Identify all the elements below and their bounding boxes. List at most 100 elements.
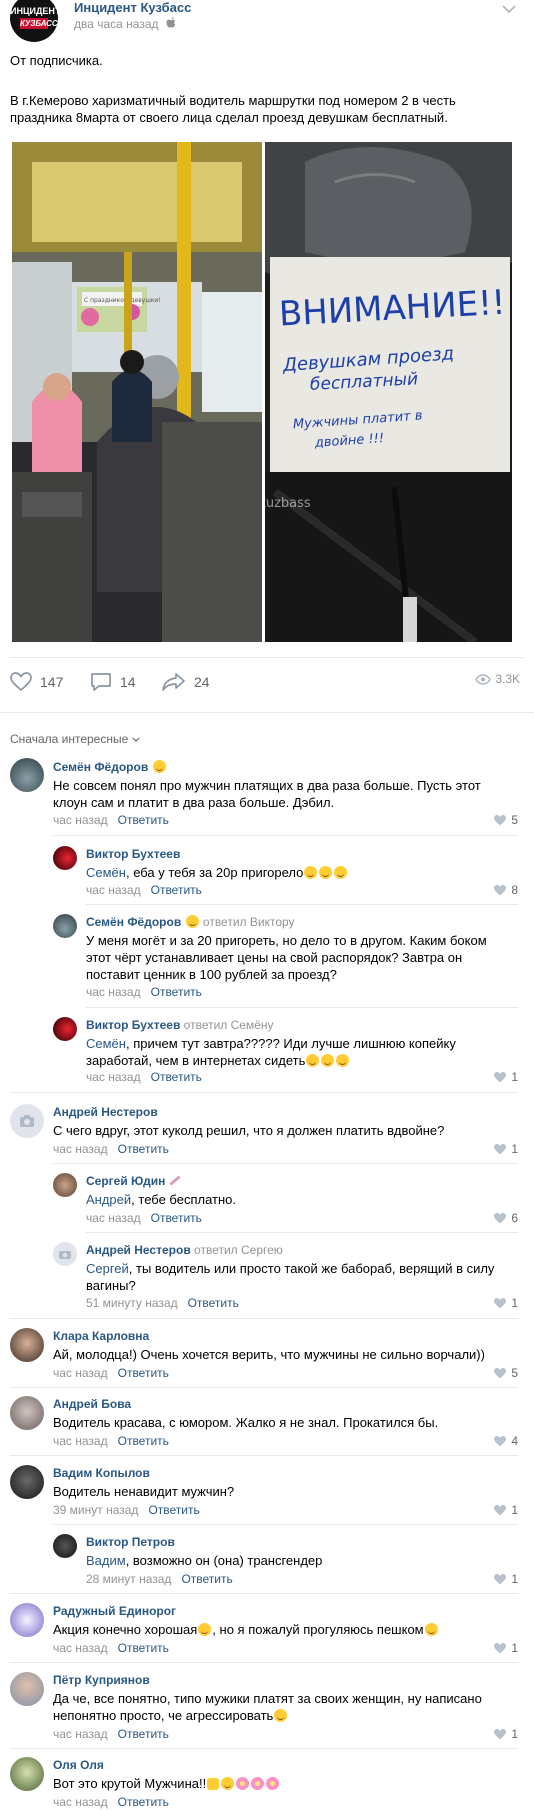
comment-like[interactable]: 5 — [494, 1366, 518, 1380]
reply-button[interactable]: Ответить — [151, 883, 202, 897]
avatar[interactable] — [53, 1173, 77, 1197]
reply-button[interactable]: Ответить — [118, 1727, 169, 1741]
comment-text: У меня могёт и за 20 пригореть, но дело … — [86, 933, 487, 982]
reply-button[interactable]: Ответить — [118, 1795, 169, 1809]
comment-like[interactable]: 1 — [494, 1727, 518, 1741]
avatar[interactable] — [10, 1757, 44, 1791]
avatar[interactable] — [10, 758, 44, 792]
comment-like[interactable]: 1 — [494, 1641, 518, 1655]
comment-author[interactable]: Андрей Нестеров ответил Сергею — [86, 1243, 283, 1257]
avatar[interactable] — [10, 1603, 44, 1637]
avatar[interactable] — [53, 914, 77, 938]
post-photo-bus[interactable]: С праздником девушки! — [12, 142, 262, 642]
avatar[interactable] — [10, 1672, 44, 1706]
avatar[interactable] — [10, 1328, 44, 1362]
views-count: 3.3K — [495, 672, 520, 686]
share-button[interactable]: 24 — [162, 672, 210, 692]
comment-like[interactable]: 1 — [494, 1142, 518, 1156]
avatar[interactable] — [53, 1242, 77, 1266]
heart-icon — [494, 1504, 507, 1515]
logo-text: ИНЦИДЕНТ — [10, 6, 58, 16]
group-avatar[interactable]: ИНЦИДЕНТ КУЗБАСС — [10, 0, 58, 42]
divider — [53, 835, 518, 836]
camera-icon — [59, 1251, 71, 1259]
comment-text: Да че, все понятно, типо мужики платят з… — [53, 1691, 482, 1723]
post-photo-sign[interactable]: ВНИМАНИЕ!! Девушкам проезд бесплатный Му… — [265, 142, 512, 642]
divider — [10, 1748, 518, 1749]
avatar[interactable] — [10, 1104, 44, 1138]
divider — [10, 1387, 518, 1388]
reply-button[interactable]: Ответить — [151, 1070, 202, 1084]
comment-button[interactable]: 14 — [90, 672, 136, 692]
divider — [10, 1593, 518, 1594]
comment-like[interactable]: 1 — [494, 1070, 518, 1084]
comment-author[interactable]: Сергей Юдин — [86, 1174, 181, 1188]
divider — [10, 657, 524, 658]
comment-author[interactable]: Андрей Нестеров — [53, 1105, 158, 1119]
reply-button[interactable]: Ответить — [118, 813, 169, 827]
post-author[interactable]: Инцидент Кузбасс — [74, 0, 191, 15]
avatar[interactable] — [10, 1396, 44, 1430]
comment-author[interactable]: Вадим Копылов — [53, 1466, 150, 1480]
likes-count: 147 — [40, 674, 64, 690]
comment-meta: час назад Ответить — [86, 1211, 202, 1225]
comment-like[interactable]: 1 — [494, 1503, 518, 1517]
comment-meta: час назад Ответить — [53, 1434, 169, 1448]
comment-meta: час назад Ответить — [53, 1795, 169, 1809]
reply-button[interactable]: Ответить — [118, 1142, 169, 1156]
chevron-down-icon[interactable] — [502, 4, 516, 14]
divider — [53, 1524, 518, 1525]
comment-author[interactable]: Клара Карловна — [53, 1329, 149, 1343]
comment-author[interactable]: Семён Фёдоров ответил Виктору — [86, 915, 295, 929]
reply-button[interactable]: Ответить — [118, 1434, 169, 1448]
comment-like[interactable]: 5 — [494, 813, 518, 827]
sort-dropdown[interactable]: Сначала интересные — [10, 732, 140, 746]
comment-author[interactable]: Виктор Петров — [86, 1535, 175, 1549]
avatar[interactable] — [53, 1017, 77, 1041]
comment-text: Семён, еба у тебя за 20р пригорело — [86, 864, 486, 881]
avatar[interactable] — [53, 1534, 77, 1558]
heart-icon — [494, 1212, 507, 1223]
like-button[interactable]: 147 — [10, 672, 63, 692]
heart-icon — [494, 1573, 507, 1584]
reply-button[interactable]: Ответить — [188, 1296, 239, 1310]
views-counter: 3.3K — [475, 672, 520, 686]
comment-like[interactable]: 1 — [494, 1572, 518, 1586]
divider — [10, 1092, 518, 1093]
comment-author[interactable]: Радужный Единорог — [53, 1604, 176, 1618]
chevron-down-icon — [132, 737, 140, 742]
comment-text: Водитель красава, с юмором. Жалко я не з… — [53, 1415, 439, 1430]
avatar[interactable] — [10, 1465, 44, 1499]
comment-like[interactable]: 1 — [494, 1296, 518, 1310]
comment-text: Не совсем понял про мужчин платящих в дв… — [53, 778, 481, 810]
comment-author[interactable]: Андрей Бова — [53, 1397, 131, 1411]
heart-icon — [494, 1367, 507, 1378]
reply-button[interactable]: Ответить — [148, 1503, 199, 1517]
comment-author[interactable]: Семён Фёдоров — [53, 760, 167, 774]
comment-like[interactable]: 6 — [494, 1211, 518, 1225]
comment-like[interactable]: 8 — [494, 883, 518, 897]
comment-author[interactable]: Пётр Куприянов — [53, 1673, 150, 1687]
comment-meta: час назад Ответить — [53, 813, 169, 827]
post-header: ИНЦИДЕНТ КУЗБАСС Инцидент Кузбасс два ча… — [0, 0, 534, 42]
divider — [0, 712, 534, 713]
reply-button[interactable]: Ответить — [151, 985, 202, 999]
divider — [86, 1007, 518, 1008]
comment-author[interactable]: Виктор Бухтеев ответил Семёну — [86, 1018, 274, 1032]
reply-button[interactable]: Ответить — [118, 1641, 169, 1655]
comment-author[interactable]: Виктор Бухтеев — [86, 847, 180, 861]
heart-icon — [494, 1071, 507, 1082]
logo-subtext: КУЗБАСС — [20, 18, 58, 29]
comment-author[interactable]: Оля Оля — [53, 1758, 104, 1772]
shares-count: 24 — [194, 674, 210, 690]
comment-text: Андрей, тебе бесплатно. — [86, 1192, 237, 1207]
divider — [10, 1318, 518, 1319]
comment-like[interactable]: 4 — [494, 1434, 518, 1448]
avatar[interactable] — [53, 846, 77, 870]
reply-button[interactable]: Ответить — [151, 1211, 202, 1225]
post-time[interactable]: два часа назад — [74, 17, 159, 31]
comment-text: Ай, молодца!) Очень хочется верить, что … — [53, 1347, 485, 1362]
comment-meta: час назад Ответить — [86, 1070, 202, 1084]
reply-button[interactable]: Ответить — [181, 1572, 232, 1586]
reply-button[interactable]: Ответить — [118, 1366, 169, 1380]
